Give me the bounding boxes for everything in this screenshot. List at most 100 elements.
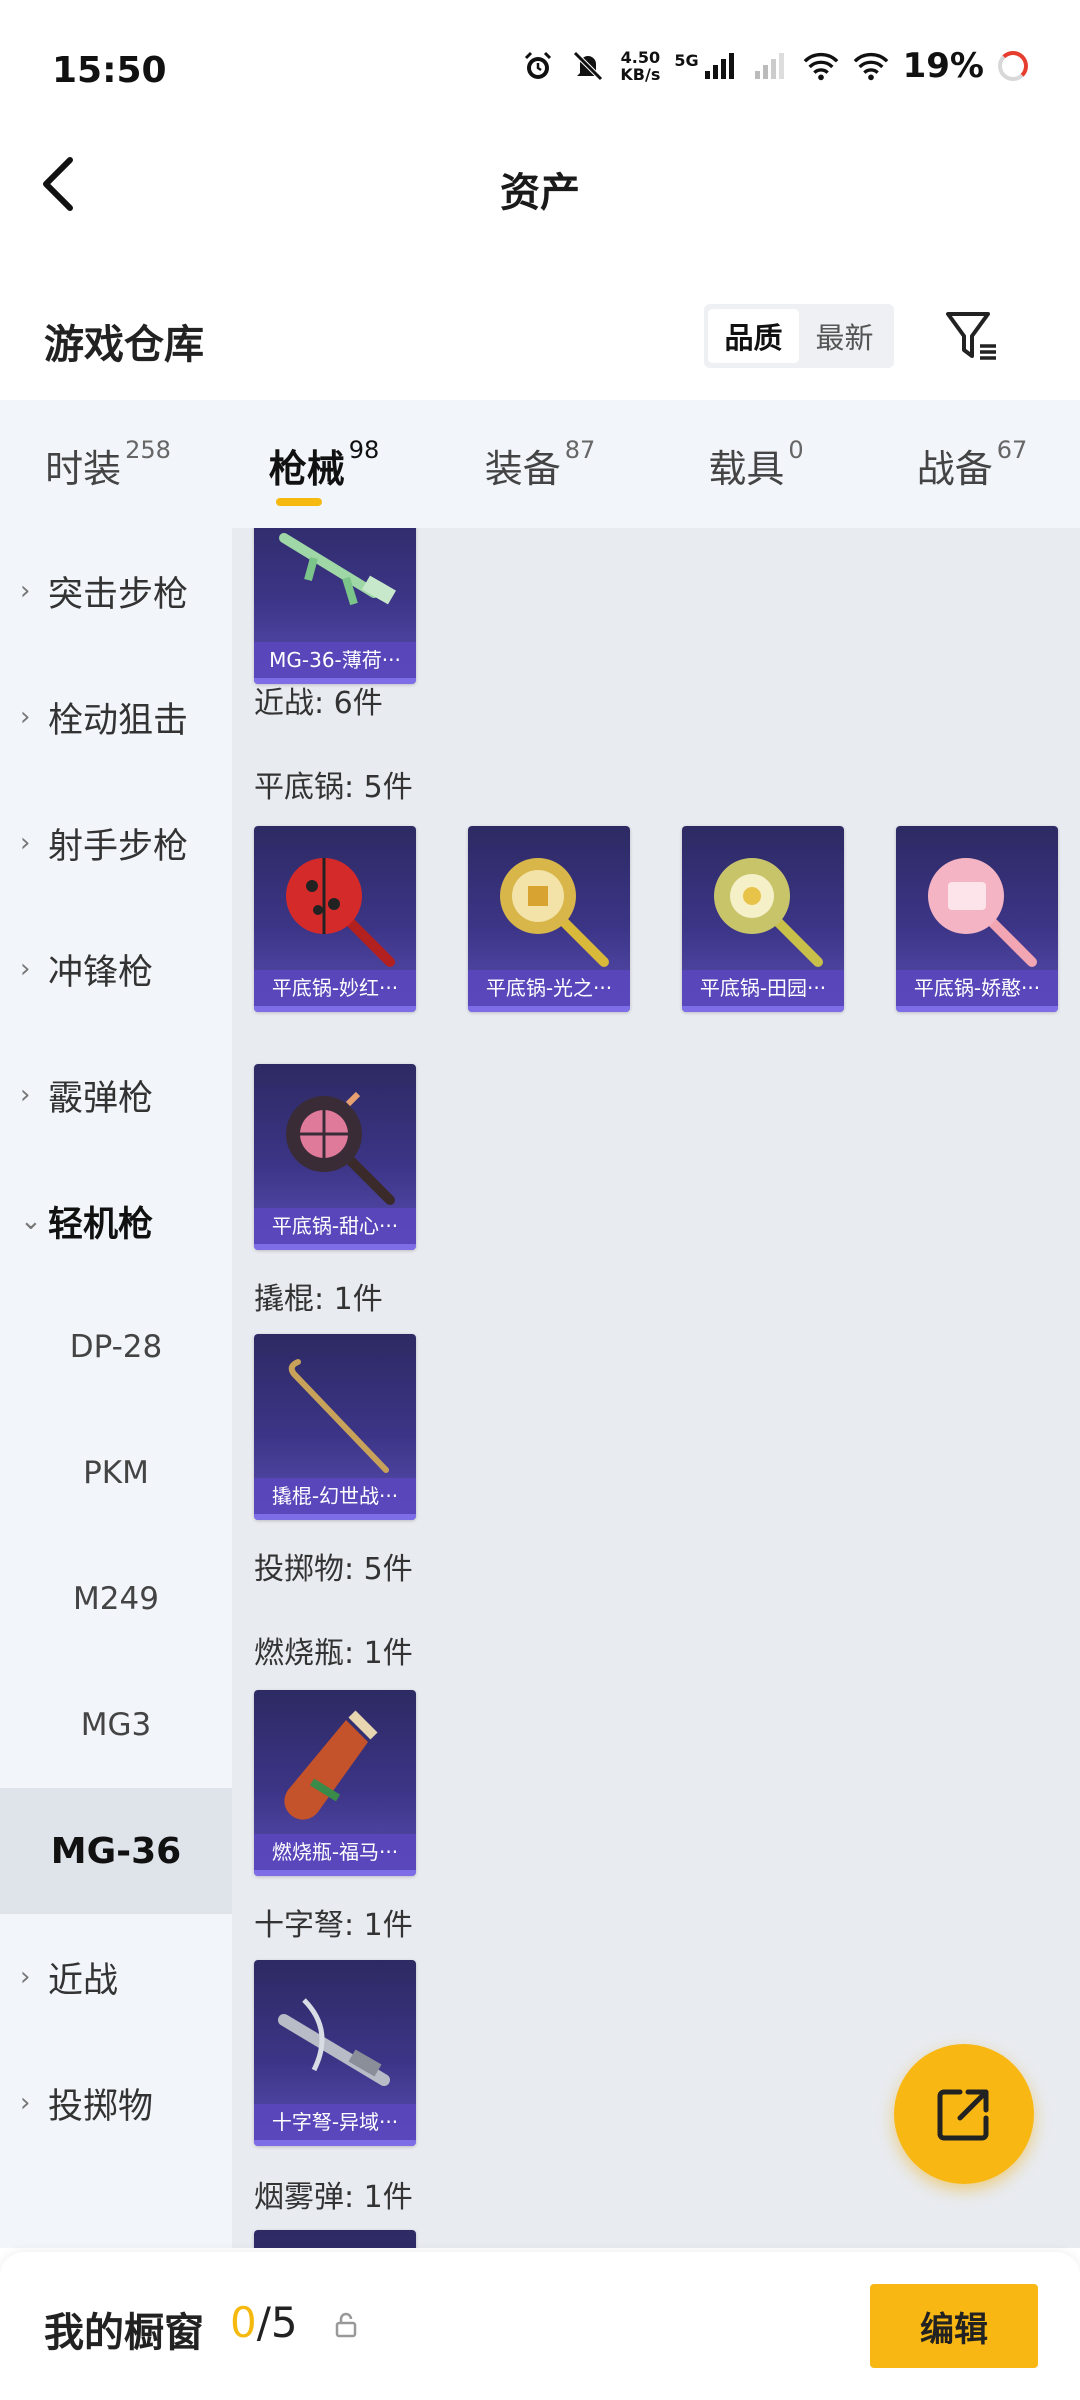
rarity-bar [254,1006,416,1012]
sidebar-subitem-dp28[interactable]: DP-28 [0,1284,232,1410]
filter-button[interactable] [942,306,1002,366]
category-sidebar: › 突击步枪 › 栓动狙击 › 射手步枪 › 冲锋枪 › 霰弹枪 ⌄ 轻机枪 DP-28 P… [0,528,232,2248]
tab-battle-gear[interactable]: 战备 67 [864,400,1080,528]
showcase-count: 0/5 [230,2298,298,2347]
sidebar-subitem-mg36[interactable]: MG-36 [0,1788,232,1914]
item-card[interactable]: 平底锅-光之··· [468,826,630,1012]
sidebar-item-label: 轻机枪 [48,1204,154,1245]
edit-button[interactable]: 编辑 [870,2284,1038,2368]
network-type: 5G [674,50,699,70]
group-label-crossbow: 十字弩: 1件 [254,1908,413,1943]
battery-icon [998,51,1028,81]
item-card[interactable]: 平底锅-妙红··· [254,826,416,1012]
signal-icon [703,48,739,84]
sidebar-item-label: 射手步枪 [48,826,189,867]
alarm-icon [520,48,556,84]
crowbar-icon [288,1359,389,1473]
sidebar-item-label: 霰弹枪 [48,1078,154,1119]
sidebar-item-label: 投掷物 [48,2086,154,2127]
item-list: MG-36-薄荷··· 近战: 6件 平底锅: 5件 平底锅-妙红··· 平底锅… [232,528,1080,2248]
sidebar-item-assault-rifle[interactable]: › 突击步枪 [0,528,232,654]
share-button[interactable] [894,2044,1034,2184]
tab-vehicles[interactable]: 载具 0 [648,400,864,528]
warehouse-header: 游戏仓库 品质 最新 [0,290,1080,390]
item-card-partial[interactable] [254,2230,416,2248]
chevron-right-icon: › [20,702,31,732]
tab-count: 0 [788,436,804,464]
tab-weapons[interactable]: 枪械 98 [216,400,432,528]
rarity-bar [254,1870,416,1876]
item-card-name: 平底锅-甜心··· [254,1208,416,1244]
group-label-crowbar: 撬棍: 1件 [254,1282,383,1317]
wifi-icon [803,48,839,84]
item-card-name: 平底锅-娇憨··· [896,970,1058,1006]
sidebar-item-label: 冲锋枪 [48,952,154,993]
group-label-smoke: 烟雾弹: 1件 [254,2180,413,2215]
sidebar-item-shotgun[interactable]: › 霰弹枪 [0,1032,232,1158]
share-external-icon [937,2089,989,2141]
sort-option-newest[interactable]: 最新 [799,309,890,363]
category-tabs: 时装 258 枪械 98 装备 87 载具 0 战备 67 [0,400,1080,528]
chevron-right-icon: › [20,828,31,858]
item-card[interactable]: MG-36-薄荷··· [254,528,416,684]
tab-label: 载具 [708,447,785,491]
sidebar-item-melee[interactable]: › 近战 [0,1914,232,2040]
tab-fashion[interactable]: 时装 258 [0,400,216,528]
lock-icon [335,2312,357,2338]
sidebar-item-bolt-sniper[interactable]: › 栓动狙击 [0,654,232,780]
tab-label: 战备 [916,447,993,491]
status-time: 15:50 [52,50,167,91]
net-speed: 4.50 KB/s [620,49,660,83]
item-card[interactable]: 撬棍-幻世战··· [254,1334,416,1520]
battery-percent: 19% [902,46,984,86]
group-label-molotov: 燃烧瓶: 1件 [254,1636,413,1671]
item-card[interactable]: 平底锅-甜心··· [254,1064,416,1250]
wifi-2-icon [853,48,889,84]
tab-label: 枪械 [268,447,345,491]
sidebar-item-lmg[interactable]: ⌄ 轻机枪 [0,1158,232,1284]
rarity-bar [254,2140,416,2146]
item-card[interactable]: 平底锅-田园··· [682,826,844,1012]
status-icons: 4.50 KB/s 5G 19% [520,46,1028,86]
sidebar-item-smg[interactable]: › 冲锋枪 [0,906,232,1032]
signal-weak-icon [753,48,789,84]
group-label-pan: 平底锅: 5件 [254,770,413,805]
active-tab-indicator [276,498,322,506]
sort-toggle: 品质 最新 [704,304,894,368]
sidebar-subitem-pkm[interactable]: PKM [0,1410,232,1536]
item-card-name: 燃烧瓶-福马··· [254,1834,416,1870]
chevron-right-icon: › [20,1962,31,1992]
sidebar-subitem-mg3[interactable]: MG3 [0,1662,232,1788]
sort-option-quality[interactable]: 品质 [708,309,799,363]
sidebar-item-marksman-rifle[interactable]: › 射手步枪 [0,780,232,906]
tab-count: 87 [564,436,596,464]
item-card[interactable]: 平底锅-娇憨··· [896,826,1058,1012]
net-speed-unit: KB/s [620,65,661,84]
group-label-melee: 近战: 6件 [254,686,383,721]
sidebar-item-label: 突击步枪 [48,574,189,615]
item-card[interactable]: 燃烧瓶-福马··· [254,1690,416,1876]
mute-icon [570,48,606,84]
page-title: 资产 [500,170,580,216]
item-card-name: 平底锅-田园··· [682,970,844,1006]
item-card-name: MG-36-薄荷··· [254,642,416,678]
sidebar-item-label: 近战 [48,1960,119,2001]
chevron-down-icon: ⌄ [20,1206,42,1236]
molotov-icon [284,1710,378,1820]
frying-pan-icon [286,1091,395,1205]
frying-pan-icon [714,858,823,967]
status-bar: 15:50 4.50 KB/s 5G 19% [0,0,1080,140]
filter-icon [946,312,996,360]
item-card-name: 十字弩-异域··· [254,2104,416,2140]
sidebar-subitem-m249[interactable]: M249 [0,1536,232,1662]
showcase-title: 我的橱窗 [44,2310,204,2356]
item-card-name: 撬棍-幻世战··· [254,1478,416,1514]
item-card[interactable]: 十字弩-异域··· [254,1960,416,2146]
rarity-bar [254,1514,416,1520]
showcase-current: 0 [230,2298,257,2347]
frying-pan-icon [500,858,609,967]
sidebar-item-throwables[interactable]: › 投掷物 [0,2040,232,2166]
frying-pan-icon [286,858,395,967]
showcase-total: /5 [256,2298,298,2347]
tab-equipment[interactable]: 装备 87 [432,400,648,528]
